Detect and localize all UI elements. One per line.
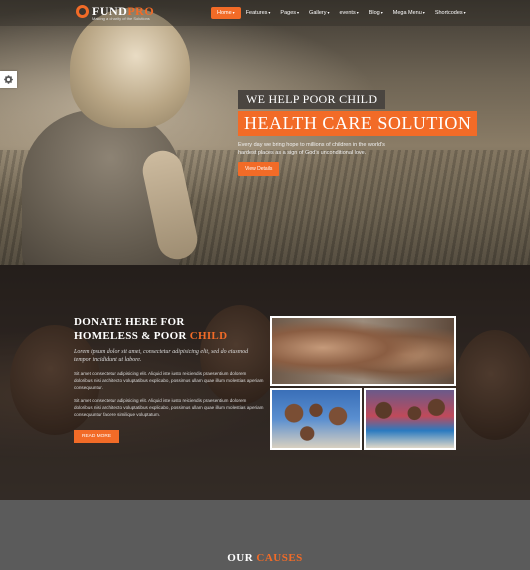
causes-title: OUR CAUSES <box>227 552 303 564</box>
donate-paragraph-2: Sit amet consectetur adipisicing elit. A… <box>74 398 264 417</box>
hero-banner: FUNDPRO Making a charity of the Solution… <box>0 0 530 265</box>
chevron-down-icon: ▾ <box>268 10 271 15</box>
nav-item-blog[interactable]: Blog▾ <box>364 7 388 19</box>
nav-item-features[interactable]: Features▾ <box>241 7 276 19</box>
hero-description: Every day we bring hope to millions of c… <box>238 142 385 156</box>
causes-section: OUR CAUSES <box>0 500 530 570</box>
hero-image-child-head <box>70 8 190 128</box>
chevron-down-icon: ▾ <box>297 10 300 15</box>
donate-title: DONATE HERE FOR HOMELESS & POOR CHILD <box>74 316 228 342</box>
read-more-button[interactable]: READ MORE <box>74 430 120 443</box>
chevron-down-icon: ▾ <box>327 10 330 15</box>
gallery-photo-children-2[interactable] <box>270 388 362 450</box>
chevron-down-icon: ▾ <box>463 10 466 15</box>
main-nav: Home▾ Features▾ Pages▾ Gallery▾ events▾ … <box>211 7 471 19</box>
nav-item-mega-menu[interactable]: Mega Menu▾ <box>388 7 430 19</box>
view-details-button[interactable]: View Details <box>238 162 280 176</box>
chevron-down-icon: ▾ <box>356 10 359 15</box>
donate-subtitle: Lorem ipsum dolor sit amet, consectetur … <box>74 349 249 363</box>
hero-kicker: WE HELP POOR CHILD <box>238 90 386 109</box>
site-header: FUNDPRO Making a charity of the Solution… <box>0 0 530 26</box>
chevron-down-icon: ▾ <box>422 10 425 15</box>
nav-item-shortcodes[interactable]: Shortcodes▾ <box>430 7 471 19</box>
gallery-photo-children-1[interactable] <box>270 316 456 386</box>
gallery-photo-children-3[interactable] <box>364 388 456 450</box>
logo-icon <box>76 5 89 18</box>
nav-item-events[interactable]: events▾ <box>334 7 363 19</box>
settings-toggle-button[interactable] <box>0 71 17 88</box>
donate-section: DONATE HERE FOR HOMELESS & POOR CHILD Lo… <box>0 265 530 500</box>
donate-paragraph-1: Sit amet consectetur adipisicing elit. A… <box>74 371 264 390</box>
gear-icon <box>4 75 13 84</box>
chevron-down-icon: ▾ <box>232 10 235 15</box>
nav-item-home[interactable]: Home▾ <box>211 7 241 19</box>
chevron-down-icon: ▾ <box>380 10 383 15</box>
hero-title: HEALTH CARE SOLUTION <box>238 111 478 136</box>
nav-item-pages[interactable]: Pages▾ <box>275 7 304 19</box>
site-tagline: Making a charity of the Solutions <box>92 16 150 21</box>
nav-item-gallery[interactable]: Gallery▾ <box>304 7 334 19</box>
